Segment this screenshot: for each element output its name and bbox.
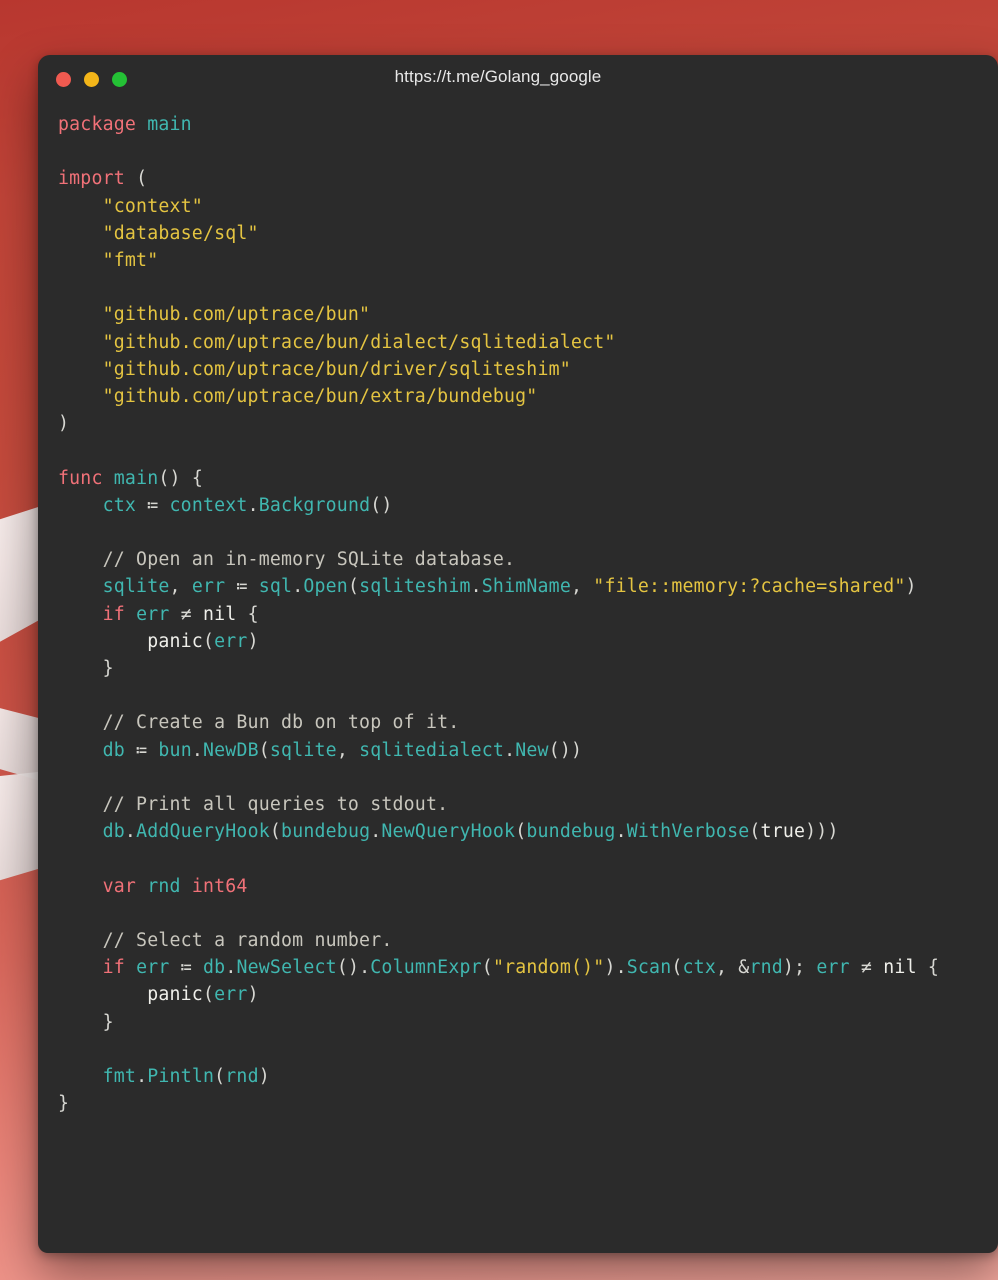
code-line: } xyxy=(58,1093,70,1115)
code-line: func main() { xyxy=(58,467,203,489)
code-line: db.AddQueryHook(bundebug.NewQueryHook(bu… xyxy=(102,821,839,843)
code-line: if err ≠ nil { xyxy=(102,603,259,625)
code-line: panic(err) xyxy=(147,984,259,1006)
code-line: // Select a random number. xyxy=(102,929,393,951)
code-line: } xyxy=(102,658,114,679)
code-line: "github.com/uptrace/bun/dialect/sqlitedi… xyxy=(102,331,616,353)
window-title: https://t.me/Golang_google xyxy=(394,67,602,86)
code-line: ) xyxy=(58,413,70,435)
code-line: panic(err) xyxy=(147,630,259,652)
code-line: if err ≔ db.NewSelect().ColumnExpr("rand… xyxy=(102,957,940,979)
window-titlebar: https://t.me/Golang_google xyxy=(38,55,998,111)
code-line: } xyxy=(102,1011,114,1033)
code-line: "fmt" xyxy=(102,250,159,271)
code-line: "github.com/uptrace/bun" xyxy=(102,304,371,326)
code-line: fmt.Pintln(rnd) xyxy=(102,1065,270,1087)
code-line: "database/sql" xyxy=(102,222,259,244)
code-line: ctx ≔ context.Background() xyxy=(102,494,393,516)
code-line: // Create a Bun db on top of it. xyxy=(102,712,460,734)
code-line: // Print all queries to stdout. xyxy=(102,793,449,815)
code-window: https://t.me/Golang_google package main … xyxy=(38,55,998,1253)
code-line: "context" xyxy=(102,195,203,217)
code-line: import ( xyxy=(58,168,148,190)
code-line: db ≔ bun.NewDB(sqlite, sqlitedialect.New… xyxy=(102,739,583,761)
code-block: package main import ( "context" "databas… xyxy=(38,111,998,1117)
code-line: // Open an in-memory SQLite database. xyxy=(102,549,516,571)
code-line: var rnd int64 xyxy=(102,875,248,897)
code-line: package main xyxy=(58,114,192,135)
code-line: "github.com/uptrace/bun/driver/sqliteshi… xyxy=(102,358,571,380)
code-line: "github.com/uptrace/bun/extra/bundebug" xyxy=(102,386,538,407)
code-line: sqlite, err ≔ sql.Open(sqliteshim.ShimNa… xyxy=(102,576,917,598)
